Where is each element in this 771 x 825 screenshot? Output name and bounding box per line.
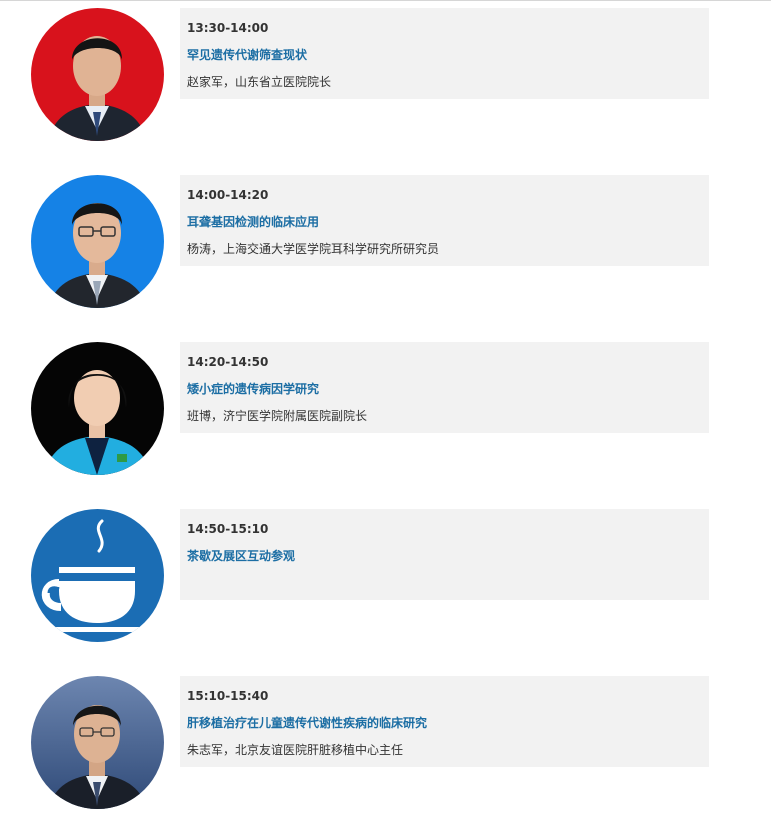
session-time: 14:50-15:10	[187, 522, 269, 536]
session-row: 14:50-15:10 茶歇及展区互动参观	[0, 509, 771, 649]
session-card: 14:50-15:10 茶歇及展区互动参观	[180, 509, 709, 600]
session-time: 14:00-14:20	[187, 188, 269, 202]
session-title[interactable]: 耳聋基因检测的临床应用	[187, 215, 709, 229]
session-card: 15:10-15:40 肝移植治疗在儿童遗传代谢性疾病的临床研究 朱志军，北京友…	[180, 676, 709, 767]
speaker-photo	[31, 342, 164, 475]
session-row: 13:30-14:00 罕见遗传代谢筛查现状 赵家军，山东省立医院院长	[0, 8, 771, 148]
session-speaker: 杨涛，上海交通大学医学院耳科学研究所研究员	[187, 242, 440, 256]
session-speaker: 朱志军，北京友谊医院肝脏移植中心主任	[187, 743, 404, 757]
session-speaker: 班博，济宁医学院附属医院副院长	[187, 409, 368, 423]
session-row: 14:00-14:20 耳聋基因检测的临床应用 杨涛，上海交通大学医学院耳科学研…	[0, 175, 771, 315]
session-time: 13:30-14:00	[187, 21, 269, 35]
session-row: 14:20-14:50 矮小症的遗传病因学研究 班博，济宁医学院附属医院副院长	[0, 342, 771, 482]
session-card: 14:00-14:20 耳聋基因检测的临床应用 杨涛，上海交通大学医学院耳科学研…	[180, 175, 709, 266]
session-title[interactable]: 茶歇及展区互动参观	[187, 549, 709, 563]
speaker-photo	[31, 676, 164, 809]
session-card: 14:20-14:50 矮小症的遗传病因学研究 班博，济宁医学院附属医院副院长	[180, 342, 709, 433]
speaker-photo	[31, 8, 164, 141]
session-speaker: 赵家军，山东省立医院院长	[187, 75, 332, 89]
session-time: 14:20-14:50	[187, 355, 269, 369]
session-title[interactable]: 罕见遗传代谢筛查现状	[187, 48, 709, 62]
session-title[interactable]: 肝移植治疗在儿童遗传代谢性疾病的临床研究	[187, 716, 709, 730]
session-card: 13:30-14:00 罕见遗传代谢筛查现状 赵家军，山东省立医院院长	[180, 8, 709, 99]
session-row: 15:10-15:40 肝移植治疗在儿童遗传代谢性疾病的临床研究 朱志军，北京友…	[0, 676, 771, 816]
coffee-cup-icon	[31, 509, 164, 642]
speaker-photo	[31, 175, 164, 308]
session-time: 15:10-15:40	[187, 689, 269, 703]
session-title[interactable]: 矮小症的遗传病因学研究	[187, 382, 709, 396]
top-divider	[0, 0, 771, 1]
